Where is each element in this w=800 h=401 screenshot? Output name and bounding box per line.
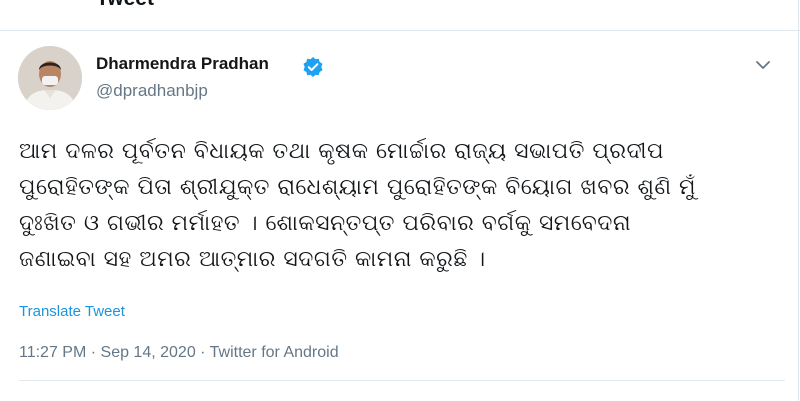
tweet-line: ଦୁଃଖିତ ଓ ଗଭୀର ମର୍ମାହତ । ଶୋକସନ୍ତପ୍ତ ପରିବା…: [19, 211, 632, 236]
meta-divider: [19, 380, 785, 381]
chevron-down-icon[interactable]: [752, 54, 774, 76]
header-divider: [0, 30, 800, 31]
tweet-line: ଜଣାଇବା ସହ ଅମର ଆତ୍ମାର ସଦଗତି କାମନା କରୁଛି ।: [19, 247, 486, 272]
tweet-timestamp[interactable]: 11:27 PM · Sep 14, 2020 · Twitter for An…: [19, 344, 339, 362]
verified-badge-icon: [303, 57, 323, 77]
back-arrow-icon[interactable]: [18, 0, 46, 12]
column-border: [798, 0, 799, 401]
avatar[interactable]: [18, 46, 82, 110]
tweet-line: ପୁରୋହିତଙ୍କ ପିତା ଶ୍ରୀଯୁକ୍ତ ରାଧେଶ୍ୟାମ ପୁରୋ…: [19, 175, 696, 200]
tweet-line: ଆମ ଦଳର ପୂର୍ବତନ ବିଧାୟକ ତଥା କୃଷକ ମୋର୍ଚ୍ଚାର…: [19, 139, 664, 164]
page-title: Tweet: [96, 0, 154, 12]
top-bar: Tweet: [0, 0, 800, 14]
user-handle[interactable]: @dpradhanbjp: [96, 81, 208, 101]
tweet-text: ଆମ ଦଳର ପୂର୍ବତନ ବିଧାୟକ ତଥା କୃଷକ ମୋର୍ଚ୍ଚାର…: [19, 134, 759, 278]
user-name[interactable]: Dharmendra Pradhan: [96, 54, 269, 74]
translate-tweet-link[interactable]: Translate Tweet: [19, 303, 125, 320]
